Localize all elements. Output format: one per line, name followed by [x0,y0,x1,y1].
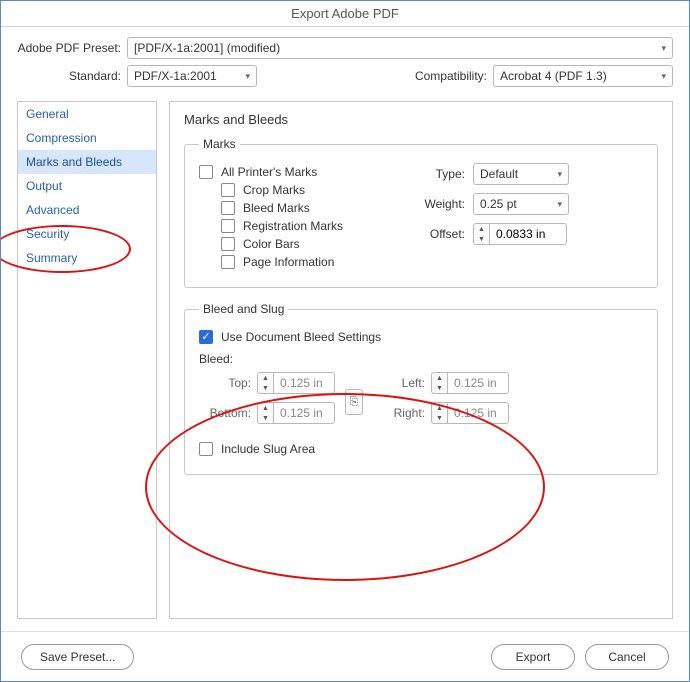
chevron-down-icon: ▾ [245,71,250,82]
sidebar-item-output[interactable]: Output [18,174,156,198]
standard-dropdown[interactable]: PDF/X-1a:2001 ▾ [127,65,257,87]
bleed-top-label: Top: [199,376,257,390]
weight-label: Weight: [413,197,473,211]
bleed-marks-label: Bleed Marks [243,201,310,215]
stepper-arrows-icon[interactable]: ▲▼ [431,372,447,394]
registration-marks-checkbox[interactable] [221,219,235,233]
sidebar-item-advanced[interactable]: Advanced [18,198,156,222]
bleed-sublabel: Bleed: [199,352,643,366]
type-value: Default [480,167,518,181]
chevron-down-icon: ▾ [557,199,562,210]
category-sidebar: General Compression Marks and Bleeds Out… [17,101,157,619]
sidebar-item-marks-and-bleeds[interactable]: Marks and Bleeds [18,150,156,174]
weight-dropdown[interactable]: 0.25 pt ▾ [473,193,569,215]
marks-legend: Marks [199,137,240,151]
bleed-top-input[interactable] [273,372,335,394]
preset-label: Adobe PDF Preset: [17,41,127,55]
chevron-down-icon: ▾ [661,71,666,82]
panel-title: Marks and Bleeds [184,112,658,127]
bleed-bottom-stepper[interactable]: ▲▼ [257,402,335,424]
bleed-bottom-input[interactable] [273,402,335,424]
dialog-footer: Save Preset... Export Cancel [1,631,689,681]
compatibility-label: Compatibility: [415,69,493,83]
crop-marks-label: Crop Marks [243,183,305,197]
bleed-left-input[interactable] [447,372,509,394]
crop-marks-checkbox[interactable] [221,183,235,197]
stepper-arrows-icon[interactable]: ▲▼ [473,223,489,245]
header: Adobe PDF Preset: [PDF/X-1a:2001] (modif… [1,27,689,101]
standard-label: Standard: [17,69,127,83]
export-pdf-dialog: Export Adobe PDF Adobe PDF Preset: [PDF/… [0,0,690,682]
use-document-bleed-label: Use Document Bleed Settings [221,330,381,344]
bleed-right-label: Right: [373,406,431,420]
stepper-arrows-icon[interactable]: ▲▼ [257,372,273,394]
cancel-button[interactable]: Cancel [585,644,669,670]
bleed-bottom-label: Bottom: [199,406,257,420]
include-slug-label: Include Slug Area [221,442,315,456]
bleed-marks-checkbox[interactable] [221,201,235,215]
bleed-left-stepper[interactable]: ▲▼ [431,372,509,394]
offset-input[interactable] [489,223,567,245]
chevron-down-icon: ▾ [661,43,666,54]
main-panel: Marks and Bleeds Marks All Printer's Mar… [169,101,673,619]
all-printers-marks-checkbox[interactable] [199,165,213,179]
bleed-top-stepper[interactable]: ▲▼ [257,372,335,394]
color-bars-checkbox[interactable] [221,237,235,251]
standard-value: PDF/X-1a:2001 [134,69,217,83]
bleed-right-stepper[interactable]: ▲▼ [431,402,509,424]
page-information-label: Page Information [243,255,334,269]
link-values-toggle[interactable]: ⎘ [345,389,363,415]
page-information-checkbox[interactable] [221,255,235,269]
bleed-left-label: Left: [373,376,431,390]
bleed-and-slug-legend: Bleed and Slug [199,302,288,316]
preset-value: [PDF/X-1a:2001] (modified) [134,41,280,55]
dialog-body: General Compression Marks and Bleeds Out… [1,101,689,631]
offset-stepper[interactable]: ▲▼ [473,223,567,245]
stepper-arrows-icon[interactable]: ▲▼ [431,402,447,424]
weight-value: 0.25 pt [480,197,517,211]
include-slug-checkbox[interactable] [199,442,213,456]
preset-dropdown[interactable]: [PDF/X-1a:2001] (modified) ▾ [127,37,673,59]
offset-label: Offset: [413,227,473,241]
bleed-and-slug-fieldset: Bleed and Slug Use Document Bleed Settin… [184,302,658,475]
compatibility-dropdown[interactable]: Acrobat 4 (PDF 1.3) ▾ [493,65,673,87]
sidebar-item-security[interactable]: Security [18,222,156,246]
sidebar-item-compression[interactable]: Compression [18,126,156,150]
compatibility-value: Acrobat 4 (PDF 1.3) [500,69,607,83]
save-preset-button[interactable]: Save Preset... [21,644,134,670]
sidebar-item-summary[interactable]: Summary [18,246,156,270]
sidebar-item-general[interactable]: General [18,102,156,126]
bleed-right-input[interactable] [447,402,509,424]
color-bars-label: Color Bars [243,237,300,251]
stepper-arrows-icon[interactable]: ▲▼ [257,402,273,424]
type-dropdown[interactable]: Default ▾ [473,163,569,185]
link-icon: ⎘ [350,396,359,409]
all-printers-marks-label: All Printer's Marks [221,165,317,179]
dialog-title: Export Adobe PDF [1,1,689,27]
chevron-down-icon: ▾ [557,169,562,180]
marks-fieldset: Marks All Printer's Marks Crop Marks [184,137,658,288]
registration-marks-label: Registration Marks [243,219,343,233]
type-label: Type: [413,167,473,181]
use-document-bleed-checkbox[interactable] [199,330,213,344]
export-button[interactable]: Export [491,644,575,670]
